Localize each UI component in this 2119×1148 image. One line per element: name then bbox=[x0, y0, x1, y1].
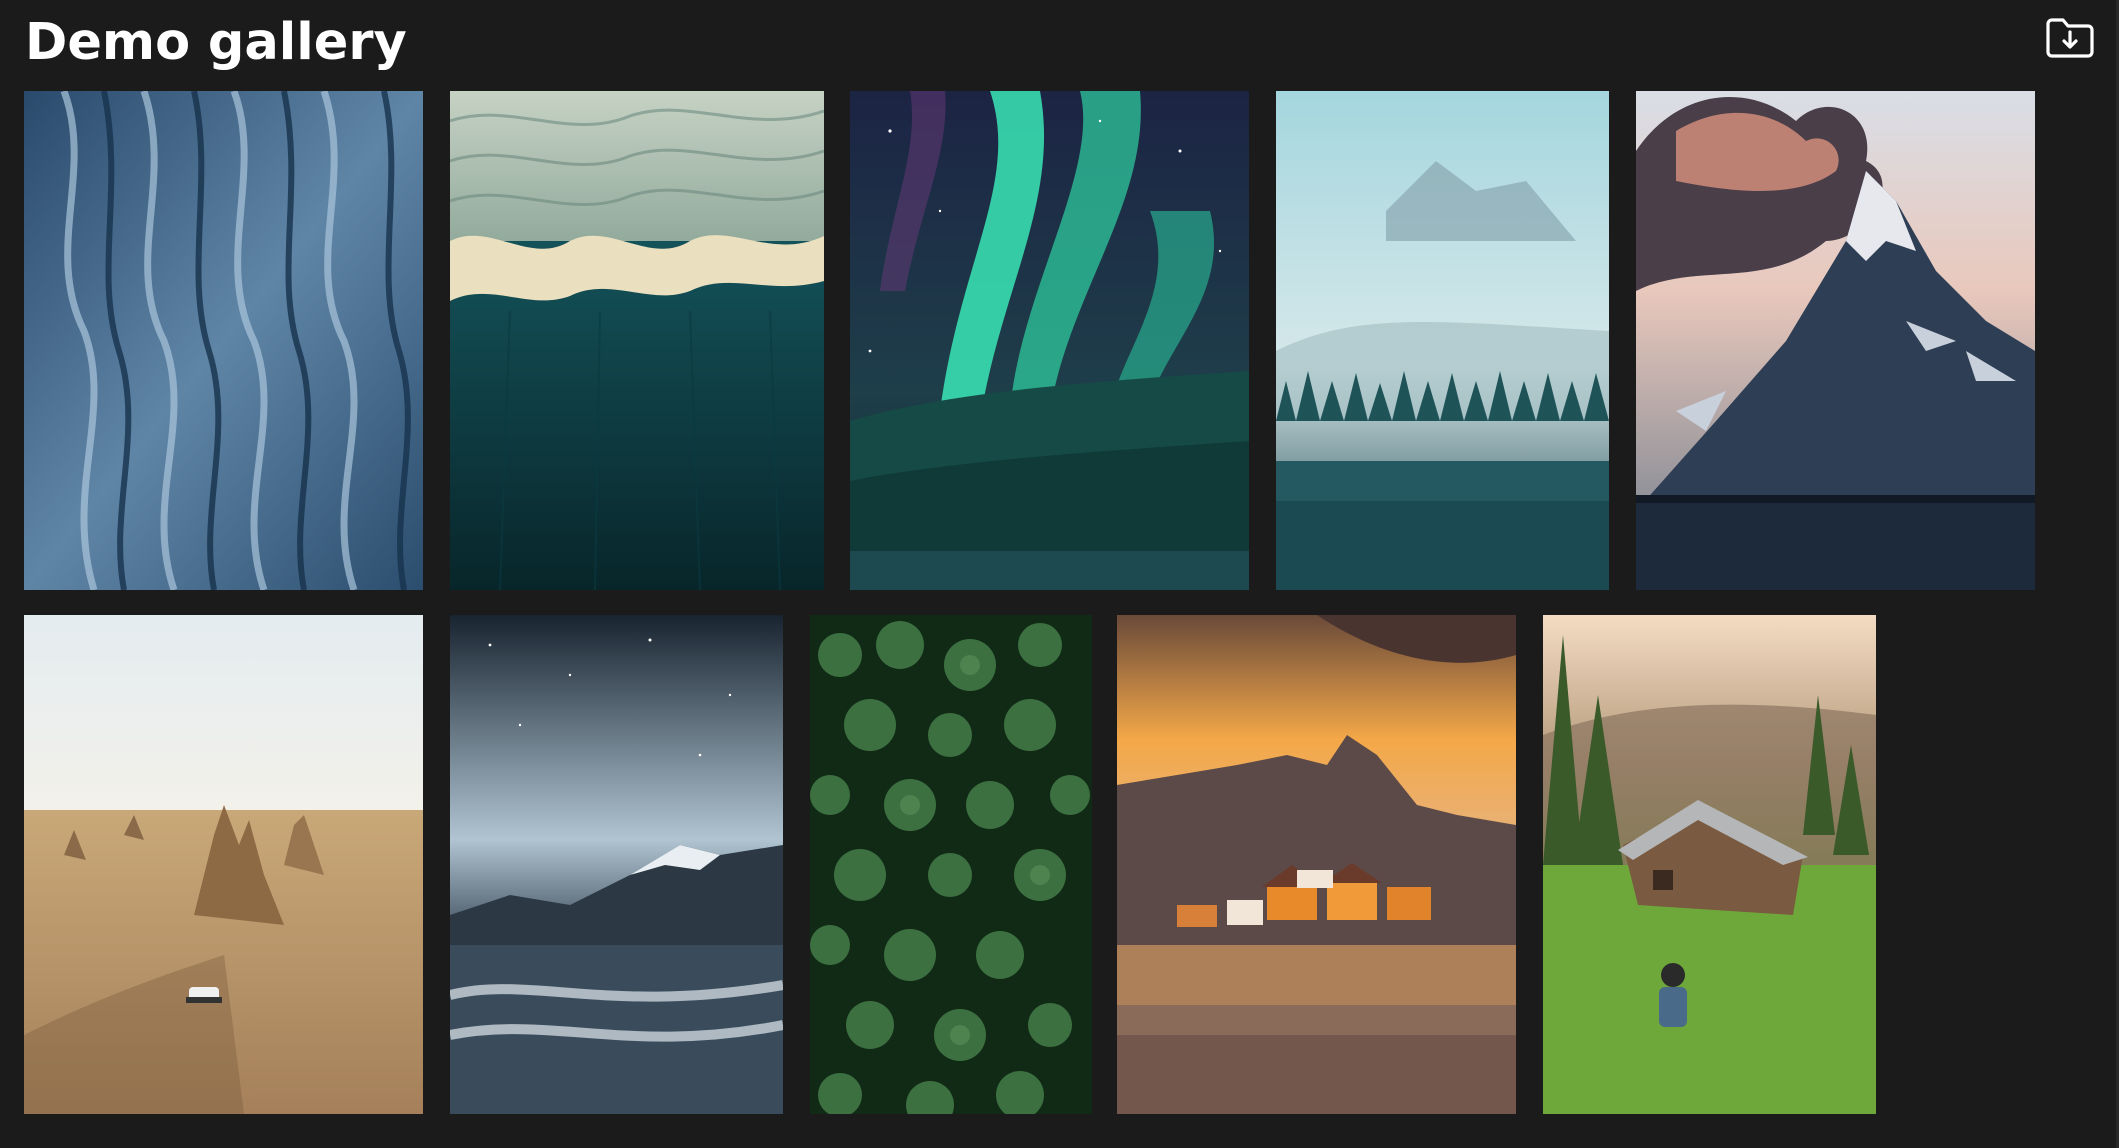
gallery-image-mountain-cabin[interactable] bbox=[1543, 615, 1876, 1114]
gallery-image-aerial-ridges[interactable] bbox=[24, 91, 423, 590]
download-button[interactable] bbox=[2043, 14, 2097, 62]
gallery-image-fishing-village[interactable] bbox=[1117, 615, 1516, 1114]
gallery-image-aurora[interactable] bbox=[850, 91, 1249, 590]
gallery-image-volcano[interactable] bbox=[1636, 91, 2035, 590]
gallery-image-night-river[interactable] bbox=[450, 615, 783, 1114]
page-title: Demo gallery bbox=[25, 13, 407, 72]
gallery-image-ice-ocean[interactable] bbox=[450, 91, 824, 590]
gallery-app: Demo gallery bbox=[0, 0, 2119, 1148]
gallery-image-pine-forest[interactable] bbox=[810, 615, 1092, 1114]
folder-download-icon bbox=[2043, 14, 2097, 62]
gallery-image-desert[interactable] bbox=[24, 615, 423, 1114]
gallery-image-misty-lake[interactable] bbox=[1276, 91, 1609, 590]
